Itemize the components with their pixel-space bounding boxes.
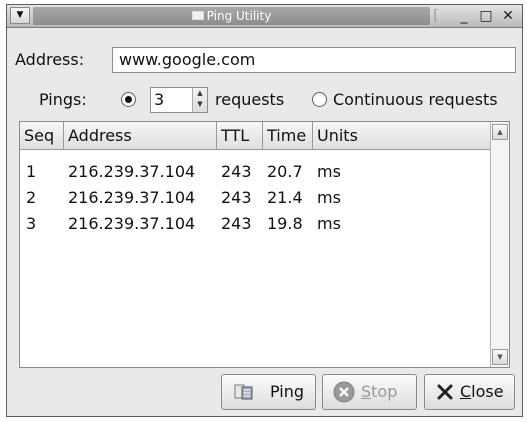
ping-button-label: Ping xyxy=(270,382,305,401)
close-x-icon xyxy=(437,384,453,400)
ping-icon xyxy=(234,384,253,400)
address-label: Address: xyxy=(15,50,85,69)
cell-units: ms xyxy=(317,188,341,207)
cell-time: 20.7 xyxy=(267,162,303,181)
results-table: Seq Address TTL Time Units 1 216.239.37.… xyxy=(19,121,510,368)
table-row[interactable]: 3 216.239.37.104 243 19.8 ms xyxy=(20,211,490,237)
close-window-button[interactable]: ✕ xyxy=(499,7,517,25)
cell-address: 216.239.37.104 xyxy=(68,188,196,207)
cell-address: 216.239.37.104 xyxy=(68,214,196,233)
requests-label: requests xyxy=(215,90,285,109)
window-title: Ping Utility xyxy=(206,9,272,23)
table-header: Seq Address TTL Time Units xyxy=(20,122,492,150)
column-header-time[interactable]: Time xyxy=(263,122,313,149)
pings-label: Pings: xyxy=(39,90,87,109)
column-header-ttl[interactable]: TTL xyxy=(217,122,263,149)
spin-down-icon[interactable]: ▼ xyxy=(193,99,207,110)
stop-button-label: Stop xyxy=(361,382,398,401)
ping-count-value: 3 xyxy=(154,90,165,109)
spin-up-icon[interactable]: ▲ xyxy=(193,88,207,99)
ping-utility-window: ▼ Ping Utility [ _ □ ✕ Address: www.goog… xyxy=(6,4,523,417)
maximize-button[interactable]: □ xyxy=(477,7,495,25)
stop-icon xyxy=(333,381,355,403)
cell-ttl: 243 xyxy=(221,214,252,233)
stop-button[interactable]: Stop xyxy=(322,374,417,410)
window-title-area[interactable]: Ping Utility xyxy=(33,7,430,25)
cell-units: ms xyxy=(317,162,341,181)
column-header-address[interactable]: Address xyxy=(64,122,217,149)
minimize-button[interactable]: _ xyxy=(455,7,473,25)
scroll-up-icon[interactable]: ▲ xyxy=(492,124,508,140)
spinner-arrows[interactable]: ▲ ▼ xyxy=(192,88,207,112)
cell-ttl: 243 xyxy=(221,188,252,207)
window-icon xyxy=(191,11,204,20)
count-radio[interactable] xyxy=(121,92,136,107)
controls-separator: [ xyxy=(433,8,439,24)
column-header-seq[interactable]: Seq xyxy=(20,122,64,149)
continuous-requests-label[interactable]: Continuous requests xyxy=(333,90,498,109)
cell-seq: 3 xyxy=(26,214,37,233)
cell-address: 216.239.37.104 xyxy=(68,162,196,181)
scroll-down-icon[interactable]: ▼ xyxy=(492,349,508,365)
window-menu-button[interactable]: ▼ xyxy=(10,7,30,24)
close-button-label: Close xyxy=(460,382,504,401)
address-input[interactable]: www.google.com xyxy=(112,47,516,73)
ping-button[interactable]: Ping xyxy=(221,374,316,410)
chevron-down-icon: ▼ xyxy=(16,10,24,20)
ping-count-spinner[interactable]: 3 ▲ ▼ xyxy=(150,87,208,113)
title-bar[interactable]: ▼ Ping Utility [ _ □ ✕ xyxy=(7,5,522,28)
close-button[interactable]: Close xyxy=(424,374,515,410)
table-row[interactable]: 1 216.239.37.104 243 20.7 ms xyxy=(20,159,490,185)
continuous-radio[interactable] xyxy=(312,92,327,107)
cell-units: ms xyxy=(317,214,341,233)
table-row[interactable]: 2 216.239.37.104 243 21.4 ms xyxy=(20,185,490,211)
cell-time: 21.4 xyxy=(267,188,303,207)
cell-seq: 2 xyxy=(26,188,37,207)
window-controls: [ _ □ ✕ xyxy=(433,7,519,25)
table-scrollbar[interactable]: ▲ ▼ xyxy=(490,122,509,367)
cell-seq: 1 xyxy=(26,162,37,181)
column-header-units[interactable]: Units xyxy=(313,122,492,149)
cell-ttl: 243 xyxy=(221,162,252,181)
cell-time: 19.8 xyxy=(267,214,303,233)
